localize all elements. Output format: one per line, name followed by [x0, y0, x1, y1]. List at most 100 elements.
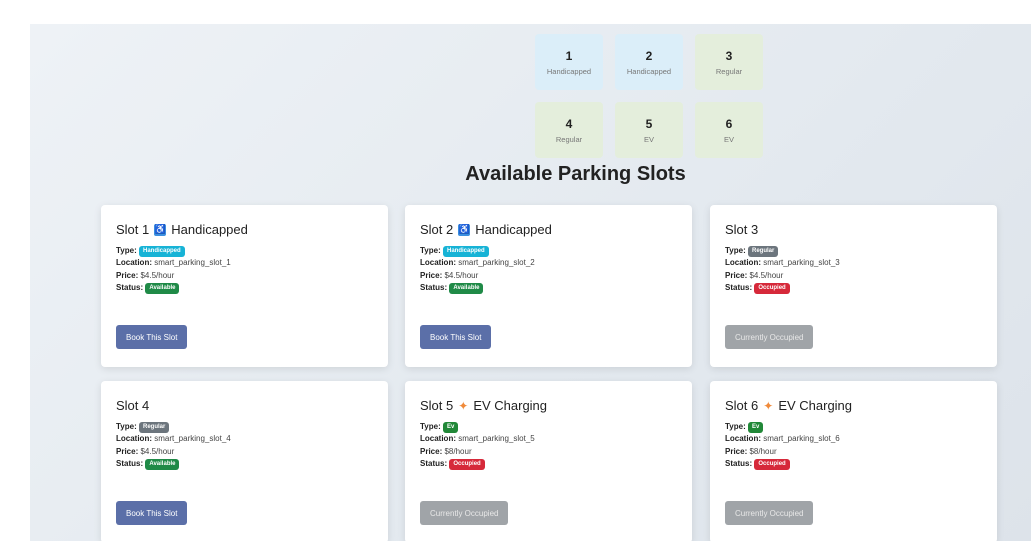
mini-slot-label: EV — [723, 134, 734, 144]
slot-status-row: Status: Occupied — [420, 458, 677, 471]
slot-type-row: Type: Handicapped — [420, 245, 677, 258]
slot-status-row: Status: Available — [116, 458, 373, 471]
handicapped-icon: ♿ — [154, 223, 167, 236]
slot-price-row: Price: $4.5/hour — [116, 446, 175, 456]
slot-overview-grid: 1 Handicapped 2 Handicapped 3 Regular 4 … — [535, 34, 763, 158]
slot-status-row: Status: Occupied — [725, 282, 982, 295]
slot-price-row: Price: $4.5/hour — [420, 270, 479, 280]
slot-name: Slot 1 — [116, 222, 150, 237]
mini-slot-label: Regular — [715, 66, 743, 76]
slot-price: $4.5/hour — [140, 446, 175, 456]
type-badge: Ev — [747, 422, 764, 434]
slot-location: smart_parking_slot_2 — [458, 258, 535, 268]
mini-slot-number: 4 — [565, 116, 573, 131]
mini-slot-number: 1 — [565, 48, 573, 63]
slot-price: $8/hour — [444, 446, 472, 456]
slot-status-row: Status: Occupied — [725, 458, 982, 471]
slot-type-row: Type: Ev — [420, 421, 677, 434]
slot-category: Handicapped — [171, 222, 248, 237]
status-badge: Occupied — [449, 459, 485, 471]
slot-price: $4.5/hour — [444, 270, 479, 280]
type-badge: Ev — [442, 422, 459, 434]
occupied-button[interactable]: Currently Occupied — [725, 325, 814, 349]
slot-card-1: Slot 1 ♿ Handicapped Type: Handicapped L… — [101, 205, 388, 367]
slot-card-2: Slot 2 ♿ Handicapped Type: Handicapped L… — [405, 205, 692, 367]
mini-slot-6[interactable]: 6 EV — [695, 102, 763, 158]
slot-card-5: Slot 5 ✦ EV Charging Type: Ev Location: … — [405, 381, 692, 541]
slot-name: Slot 2 — [420, 222, 454, 237]
slot-category: EV Charging — [473, 398, 548, 413]
mini-slot-1[interactable]: 1 Handicapped — [535, 34, 603, 90]
mini-slot-number: 5 — [645, 116, 653, 131]
slot-category: EV Charging — [778, 398, 853, 413]
handicapped-icon: ♿ — [458, 223, 471, 236]
slot-card-title: Slot 2 ♿ Handicapped — [420, 222, 677, 237]
app-frame: 1 Handicapped 2 Handicapped 3 Regular 4 … — [30, 24, 1031, 541]
status-badge: Available — [145, 459, 180, 471]
mini-slot-label: Handicapped — [626, 66, 672, 76]
occupied-button[interactable]: Currently Occupied — [725, 501, 814, 525]
slot-card-title: Slot 1 ♿ Handicapped — [116, 222, 373, 237]
slot-card-4: Slot 4 Type: Regular Location: smart_par… — [101, 381, 388, 541]
mini-slot-number: 3 — [725, 48, 733, 63]
status-badge: Occupied — [754, 283, 790, 295]
slot-type-row: Type: Regular — [725, 245, 982, 258]
slot-name: Slot 3 — [725, 222, 759, 237]
section-title: Available Parking Slots — [465, 163, 686, 185]
slot-status-row: Status: Available — [116, 282, 373, 295]
slot-card-title: Slot 4 — [116, 398, 373, 413]
mini-slot-label: Regular — [555, 134, 583, 144]
slot-name: Slot 4 — [116, 398, 150, 413]
slot-location: smart_parking_slot_6 — [763, 434, 840, 444]
slot-location: smart_parking_slot_1 — [154, 258, 231, 268]
slot-location: smart_parking_slot_4 — [154, 434, 231, 444]
slot-location-row: Location: smart_parking_slot_5 — [420, 434, 535, 444]
slot-location: smart_parking_slot_5 — [458, 434, 535, 444]
mini-slot-label: EV — [643, 134, 654, 144]
ev-charging-icon: ✦ — [763, 398, 774, 413]
slot-card-3: Slot 3 Type: Regular Location: smart_par… — [710, 205, 997, 367]
status-badge: Available — [145, 283, 180, 295]
slot-location-row: Location: smart_parking_slot_6 — [725, 434, 840, 444]
mini-slot-4[interactable]: 4 Regular — [535, 102, 603, 158]
slot-price-row: Price: $4.5/hour — [725, 270, 784, 280]
slot-name: Slot 5 — [420, 398, 454, 413]
slot-location: smart_parking_slot_3 — [763, 258, 840, 268]
mini-slot-number: 2 — [645, 48, 653, 63]
slot-price: $8/hour — [749, 446, 777, 456]
slot-price-row: Price: $8/hour — [725, 446, 777, 456]
mini-slot-2[interactable]: 2 Handicapped — [615, 34, 683, 90]
occupied-button[interactable]: Currently Occupied — [420, 501, 509, 525]
ev-charging-icon: ✦ — [458, 398, 469, 413]
slot-location-row: Location: smart_parking_slot_2 — [420, 258, 535, 268]
slot-type-row: Type: Regular — [116, 421, 373, 434]
book-slot-button[interactable]: Book This Slot — [116, 325, 188, 349]
slot-name: Slot 6 — [725, 398, 759, 413]
slot-location-row: Location: smart_parking_slot_1 — [116, 258, 231, 268]
slot-location-row: Location: smart_parking_slot_4 — [116, 434, 231, 444]
slot-card-title: Slot 6 ✦ EV Charging — [725, 398, 982, 413]
slot-type-row: Type: Ev — [725, 421, 982, 434]
slot-card-title: Slot 5 ✦ EV Charging — [420, 398, 677, 413]
mini-slot-3[interactable]: 3 Regular — [695, 34, 763, 90]
mini-slot-label: Handicapped — [546, 66, 592, 76]
status-badge: Available — [449, 283, 484, 295]
slot-type-row: Type: Handicapped — [116, 245, 373, 258]
slot-status-row: Status: Available — [420, 282, 677, 295]
type-badge: Regular — [747, 246, 779, 258]
book-slot-button[interactable]: Book This Slot — [420, 325, 492, 349]
status-badge: Occupied — [754, 459, 790, 471]
slot-category: Handicapped — [475, 222, 552, 237]
slot-price-row: Price: $4.5/hour — [116, 270, 175, 280]
type-badge: Regular — [138, 422, 170, 434]
mini-slot-number: 6 — [725, 116, 733, 131]
type-badge: Handicapped — [442, 246, 489, 258]
slot-card-6: Slot 6 ✦ EV Charging Type: Ev Location: … — [710, 381, 997, 541]
slot-location-row: Location: smart_parking_slot_3 — [725, 258, 840, 268]
book-slot-button[interactable]: Book This Slot — [116, 501, 188, 525]
slot-price: $4.5/hour — [140, 270, 175, 280]
slot-card-title: Slot 3 — [725, 222, 982, 237]
slot-price-row: Price: $8/hour — [420, 446, 472, 456]
mini-slot-5[interactable]: 5 EV — [615, 102, 683, 158]
type-badge: Handicapped — [138, 246, 185, 258]
